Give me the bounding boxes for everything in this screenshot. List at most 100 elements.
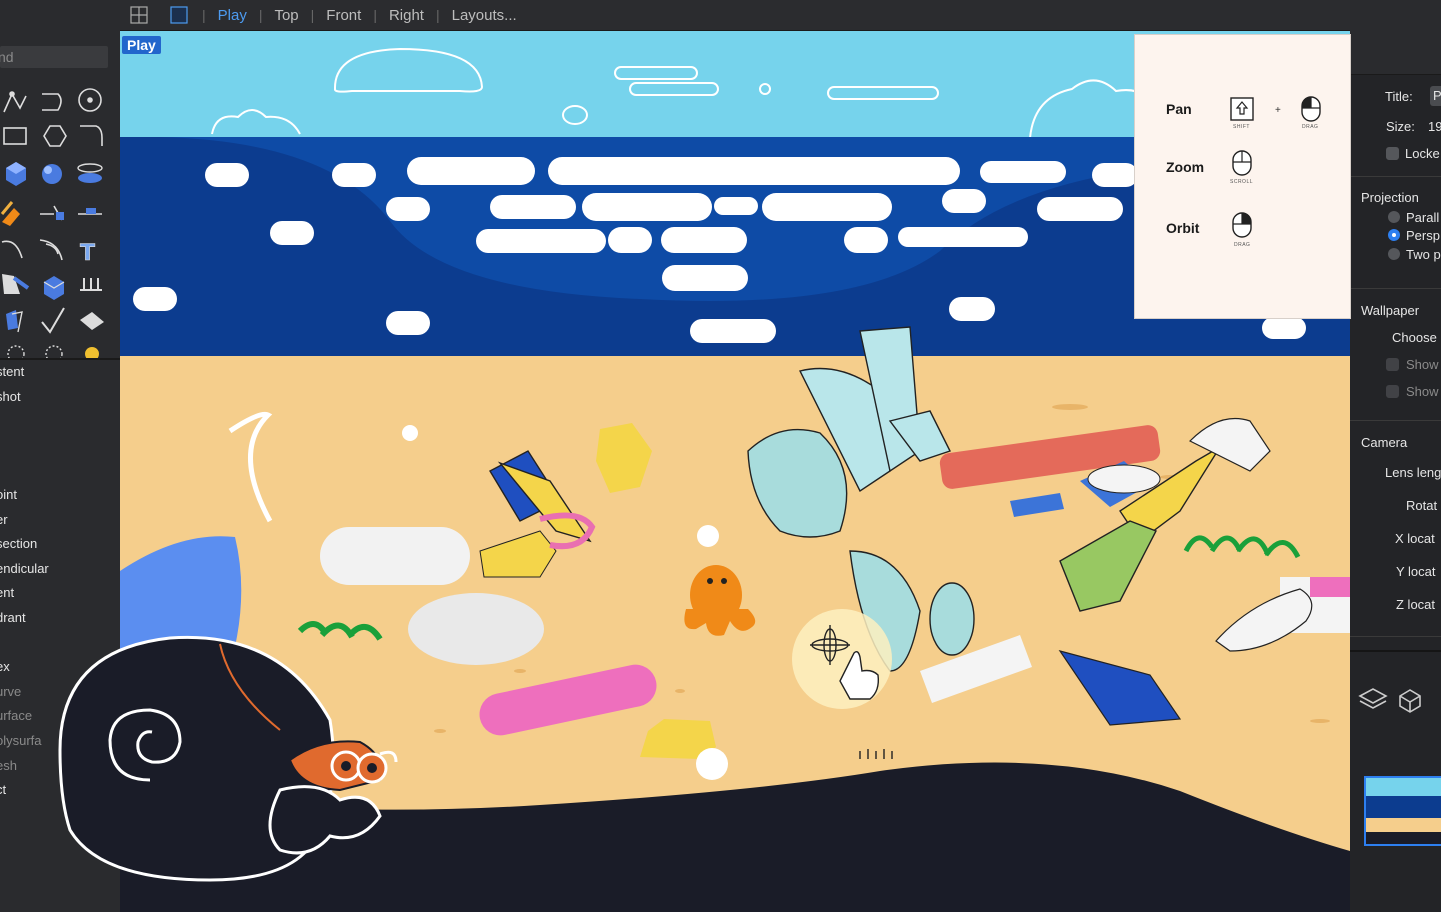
zoom-hint: Zoom SCROLL (1135, 148, 1350, 198)
two-point-radio[interactable] (1388, 248, 1400, 260)
single-view-icon[interactable] (168, 4, 190, 26)
trim-tool-icon[interactable] (78, 208, 102, 215)
show-grayed-label: Show (1406, 384, 1439, 399)
pan-label: Pan (1166, 101, 1192, 117)
orbit-drag-caption: DRAG (1234, 242, 1251, 248)
fillet-tool-icon[interactable] (80, 125, 103, 146)
tab-separator: | (373, 7, 377, 23)
drag-caption: DRAG (1302, 124, 1319, 130)
transform-tool-icon[interactable] (43, 276, 65, 300)
array-tool-icon[interactable] (80, 278, 102, 291)
osnap-item[interactable] (0, 438, 120, 463)
svg-text:T: T (80, 241, 95, 266)
analyze-tool-icon[interactable] (6, 310, 23, 333)
tab-front[interactable]: Front (326, 7, 361, 24)
title-label: Title: (1385, 89, 1413, 104)
mouse-scroll-icon (1230, 148, 1254, 183)
show-wallpaper-checkbox[interactable] (1386, 358, 1399, 371)
parallel-radio[interactable] (1388, 211, 1400, 223)
lens-length-label: Lens leng (1385, 465, 1441, 480)
projection-header: Projection (1361, 190, 1419, 205)
show-grayed-checkbox[interactable] (1386, 385, 1399, 398)
osnap-item[interactable] (0, 413, 120, 438)
split-tool-icon[interactable] (40, 205, 64, 221)
osnap-item[interactable] (0, 462, 120, 487)
box-solid-icon[interactable] (6, 162, 26, 186)
polygon-tool-icon[interactable] (43, 125, 67, 147)
perspective-radio[interactable] (1388, 229, 1400, 241)
choose-wallpaper-button[interactable]: Choose (1392, 330, 1437, 345)
orbit-hint: Orbit DRAG (1135, 209, 1350, 259)
offset-tool-icon[interactable] (2, 274, 30, 294)
perspective-label: Persp (1406, 228, 1440, 243)
tab-separator: | (435, 7, 440, 23)
cursor-highlight (792, 609, 892, 709)
pink-bar (1310, 577, 1350, 597)
polyline-tool-icon[interactable] (3, 91, 27, 113)
teal-disc (929, 582, 975, 656)
osnap-item[interactable]: endicular (0, 561, 120, 586)
section-divider (1350, 288, 1441, 289)
two-point-label: Two p (1406, 247, 1441, 262)
viewport-thumbnail[interactable] (1364, 776, 1441, 846)
mouse-right-drag-icon (1230, 210, 1254, 245)
cylinder-solid-icon[interactable] (77, 163, 103, 183)
shift-caption: SHIFT (1233, 124, 1250, 130)
section-divider (1350, 636, 1441, 637)
osnap-item[interactable]: stent (0, 364, 120, 389)
section-divider (1350, 176, 1441, 177)
white-ball (696, 748, 728, 780)
panel-splitter[interactable] (1350, 650, 1441, 652)
four-view-icon[interactable] (128, 4, 150, 26)
tab-layouts[interactable]: Layouts... (452, 7, 517, 24)
tab-separator: | (310, 7, 315, 23)
properties-panel: Title: P Size: 19 Locke Projection Paral… (1350, 0, 1441, 912)
extrude-tool-icon[interactable] (0, 201, 20, 226)
rectangle-tool-icon[interactable] (3, 127, 27, 145)
panel-divider (0, 358, 120, 360)
white-torus (408, 593, 544, 665)
circle-tool-icon[interactable] (78, 88, 102, 112)
tool-icons: T (0, 88, 104, 358)
scroll-caption: SCROLL (1230, 179, 1254, 185)
plus-sign: + (1275, 105, 1281, 116)
tab-right[interactable]: Right (389, 7, 424, 24)
curve-tool-icon[interactable] (42, 93, 62, 111)
osnap-item[interactable]: section (0, 536, 120, 561)
arc-tool-icon[interactable] (1, 240, 23, 259)
osnap-item[interactable]: oint (0, 487, 120, 512)
osnap-item[interactable]: shot (0, 389, 120, 414)
navigation-hint-panel: Pan SHIFT + DRAG Zoom SCROLL Orbit DRAG (1134, 34, 1351, 319)
shift-key-icon (1229, 96, 1255, 127)
white-capsule (1087, 464, 1161, 494)
objects-icon[interactable] (1394, 684, 1428, 719)
title-field[interactable]: P (1430, 86, 1441, 106)
pan-hint: Pan SHIFT + DRAG (1135, 90, 1350, 140)
check-tool-icon[interactable] (41, 307, 65, 334)
tab-play[interactable]: Play (218, 7, 247, 24)
orbit-label: Orbit (1166, 220, 1200, 236)
zoom-label: Zoom (1166, 159, 1205, 175)
properties-header (1350, 0, 1441, 75)
camera-header: Camera (1361, 435, 1408, 450)
text-tool-icon[interactable]: T (80, 241, 96, 267)
layers-icon[interactable] (1358, 684, 1388, 717)
show-wallpaper-label: Show (1406, 357, 1439, 372)
render-tool-icon[interactable] (80, 312, 104, 330)
sphere-solid-icon[interactable] (42, 164, 62, 184)
osnap-item[interactable]: er (0, 512, 120, 537)
viewport-tabbar: | Play | Top | Front | Right | Layouts..… (120, 0, 1350, 31)
command-input[interactable]: nd (0, 46, 108, 68)
size-value: 19 (1428, 119, 1441, 134)
hermit-crab-illustration (58, 635, 398, 882)
rotation-label: Rotat (1406, 498, 1438, 513)
osnap-item[interactable]: ent (0, 585, 120, 610)
wallpaper-header: Wallpaper (1361, 303, 1420, 318)
viewport-label[interactable]: Play (122, 36, 161, 54)
tab-top[interactable]: Top (274, 7, 298, 24)
sweep-tool-icon[interactable] (39, 239, 63, 261)
x-location-label: X locat (1395, 531, 1435, 546)
more-tools-icon[interactable] (7, 345, 99, 358)
locked-checkbox[interactable] (1386, 147, 1399, 160)
white-cylinder (320, 527, 470, 585)
